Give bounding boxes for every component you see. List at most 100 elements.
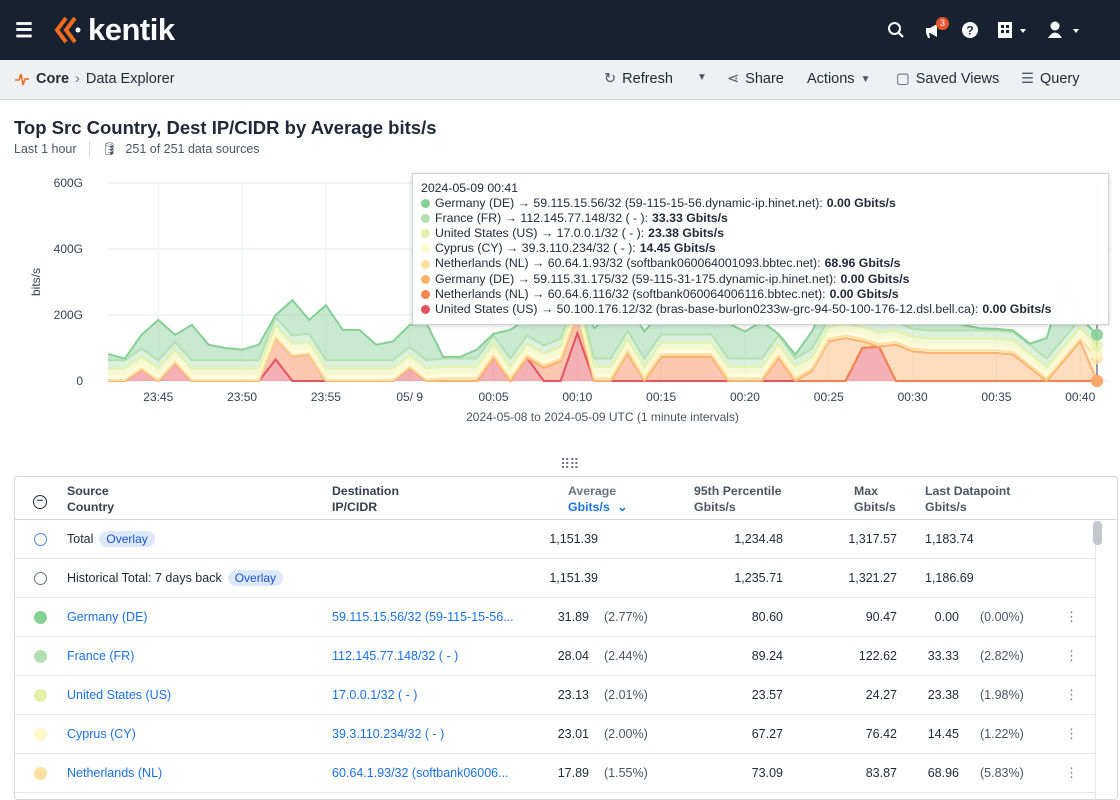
kentik-logo[interactable]: kentik bbox=[54, 12, 175, 48]
query-meta: Last 1 hour 🛢 251 of 251 data sources bbox=[14, 141, 260, 157]
search-icon[interactable] bbox=[887, 21, 905, 39]
breadcrumb-data-explorer: Data Explorer bbox=[85, 71, 175, 87]
table-scrollbar[interactable] bbox=[1095, 520, 1117, 799]
x-tick-label: 23:50 bbox=[227, 390, 257, 404]
sort-desc-icon: ⌄ bbox=[617, 500, 628, 514]
table-row[interactable]: Cyprus (CY) 39.3.110.234/32 ( - ) 23.01 … bbox=[15, 715, 1095, 754]
header-source-country[interactable]: Source Country bbox=[67, 483, 114, 515]
top-nav: ☰ kentik 3 ? bbox=[0, 0, 1120, 60]
overlay-radio[interactable] bbox=[34, 572, 47, 585]
avg-value: 31.89 bbox=[557, 610, 589, 624]
building-icon[interactable] bbox=[997, 21, 1027, 39]
p95-value: 1,234.48 bbox=[734, 532, 783, 546]
avg-percent: (1.55%) bbox=[604, 766, 648, 780]
avg-percent: (2.44%) bbox=[604, 649, 648, 663]
header-95th[interactable]: 95th Percentile Gbits/s bbox=[694, 483, 781, 515]
menu-icon[interactable]: ☰ bbox=[15, 18, 33, 43]
refresh-dropdown-icon[interactable]: ▼ bbox=[697, 72, 707, 83]
query-button[interactable]: ☰ Query bbox=[1021, 71, 1080, 87]
saved-views-button[interactable]: ▢ Saved Views bbox=[896, 71, 999, 87]
overlay-radio[interactable] bbox=[34, 533, 47, 546]
user-icon[interactable] bbox=[1046, 21, 1082, 39]
collapse-all-icon[interactable]: − bbox=[33, 495, 47, 509]
chevron-down-icon: ▼ bbox=[860, 73, 871, 85]
max-value: 83.87 bbox=[865, 766, 897, 780]
tooltip-label: France (FR) → 112.145.77.148/32 ( - ): bbox=[435, 211, 649, 226]
series-color-dot[interactable] bbox=[34, 689, 47, 702]
row-menu-icon[interactable]: ⋮ bbox=[1065, 726, 1078, 742]
last-percent: (5.83%) bbox=[980, 766, 1024, 780]
tooltip-row: Cyprus (CY) → 39.3.110.234/32 ( - ): 14.4… bbox=[421, 241, 1100, 256]
header-average[interactable]: Average Gbits/s ⌄ bbox=[568, 483, 627, 515]
country-link[interactable]: Netherlands (NL) bbox=[67, 766, 162, 780]
row-menu-icon[interactable]: ⋮ bbox=[1065, 765, 1078, 781]
total-label: Total bbox=[67, 532, 94, 546]
tooltip-row: Netherlands (NL) → 60.64.6.116/32 (softb… bbox=[421, 287, 1100, 302]
row-menu-icon[interactable]: ⋮ bbox=[1065, 609, 1078, 625]
country-link[interactable]: United States (US) bbox=[67, 688, 171, 702]
table-row[interactable]: France (FR) 112.145.77.148/32 ( - ) 28.0… bbox=[15, 637, 1095, 676]
country-link[interactable]: France (FR) bbox=[67, 649, 134, 663]
avg-value: 23.13 bbox=[557, 688, 589, 702]
y-tick-label: 200G bbox=[54, 308, 83, 322]
tooltip-label: Germany (DE) → 59.115.15.56/32 (59-115-1… bbox=[435, 196, 823, 211]
tooltip-value: 23.38 Gbits/s bbox=[648, 226, 725, 241]
overlay-badge[interactable]: Overlay bbox=[227, 570, 284, 586]
p95-value: 80.60 bbox=[751, 610, 783, 624]
destination-link[interactable]: 112.145.77.148/32 ( - ) bbox=[332, 649, 458, 663]
country-link[interactable]: Germany (DE) bbox=[67, 610, 148, 624]
destination-link[interactable]: 60.64.1.93/32 (softbank06006... bbox=[332, 766, 509, 780]
last-value: 1,183.74 bbox=[925, 532, 974, 546]
breadcrumb-core[interactable]: Core bbox=[36, 71, 69, 87]
y-axis-label: bits/s bbox=[29, 268, 43, 296]
row-menu-icon[interactable]: ⋮ bbox=[1065, 687, 1078, 703]
table-row[interactable]: Netherlands (NL) 60.64.1.93/32 (softbank… bbox=[15, 754, 1095, 793]
tooltip-row: Germany (DE) → 59.115.31.175/32 (59-115-… bbox=[421, 272, 1100, 287]
help-icon[interactable]: ? bbox=[961, 21, 979, 39]
avg-percent: (2.01%) bbox=[604, 688, 648, 702]
last-percent: (0.00%) bbox=[980, 610, 1024, 624]
header-destination[interactable]: Destination IP/CIDR bbox=[332, 483, 399, 515]
series-color-dot[interactable] bbox=[34, 650, 47, 663]
x-tick-label: 05/ 9 bbox=[396, 390, 423, 404]
header-last-datapoint[interactable]: Last Datapoint Gbits/s bbox=[925, 483, 1010, 515]
country-link[interactable]: Cyprus (CY) bbox=[67, 727, 136, 741]
tooltip-value: 68.96 Gbits/s bbox=[824, 256, 901, 271]
avg-value: 17.89 bbox=[557, 766, 589, 780]
total-label: Historical Total: 7 days back bbox=[67, 571, 222, 585]
overlay-badge[interactable]: Overlay bbox=[99, 531, 155, 547]
kentik-chevron-icon bbox=[54, 16, 81, 44]
destination-link[interactable]: 39.3.110.234/32 ( - ) bbox=[332, 727, 444, 741]
svg-text:?: ? bbox=[966, 24, 973, 38]
p95-value: 67.27 bbox=[751, 727, 783, 741]
series-color-dot bbox=[421, 289, 430, 299]
last-percent: (1.22%) bbox=[980, 727, 1024, 741]
series-color-dot[interactable] bbox=[34, 767, 47, 780]
destination-link[interactable]: 17.0.0.1/32 ( - ) bbox=[332, 688, 417, 702]
max-value: 1,321.27 bbox=[848, 571, 897, 585]
series-color-dot[interactable] bbox=[34, 611, 47, 624]
data-sources[interactable]: 251 of 251 data sources bbox=[125, 142, 259, 156]
last-percent: (2.82%) bbox=[980, 649, 1024, 663]
series-color-dot[interactable] bbox=[34, 728, 47, 741]
actions-button[interactable]: Actions ▼ bbox=[807, 71, 870, 87]
x-axis-label: 2024-05-08 to 2024-05-09 UTC (1 minute i… bbox=[466, 410, 739, 424]
hover-marker bbox=[1091, 375, 1103, 387]
resize-handle[interactable]: ⠿⠿ bbox=[560, 456, 579, 473]
row-menu-icon[interactable]: ⋮ bbox=[1065, 648, 1078, 664]
table-row[interactable]: United States (US) 17.0.0.1/32 ( - ) 23.… bbox=[15, 676, 1095, 715]
total-row[interactable]: Total Overlay 1,151.39 1,234.48 1,317.57 … bbox=[15, 520, 1095, 559]
total-row[interactable]: Historical Total: 7 days back Overlay 1,1… bbox=[15, 559, 1095, 598]
x-tick-label: 00:30 bbox=[898, 390, 928, 404]
last-percent: (1.98%) bbox=[980, 688, 1024, 702]
destination-link[interactable]: 59.115.15.56/32 (59-115-15-56... bbox=[332, 610, 514, 624]
refresh-button[interactable]: ↻ Refresh bbox=[604, 71, 673, 87]
share-icon: ⋖ bbox=[727, 71, 740, 87]
tooltip-value: 0.00 Gbits/s bbox=[829, 286, 899, 301]
time-range[interactable]: Last 1 hour bbox=[14, 142, 77, 156]
folder-icon: ▢ bbox=[896, 71, 910, 87]
share-button[interactable]: ⋖ Share bbox=[727, 71, 784, 87]
scrollbar-thumb[interactable] bbox=[1093, 521, 1102, 545]
table-row[interactable]: Germany (DE) 59.115.15.56/32 (59-115-15-… bbox=[15, 598, 1095, 637]
header-max[interactable]: Max Gbits/s bbox=[854, 483, 896, 515]
